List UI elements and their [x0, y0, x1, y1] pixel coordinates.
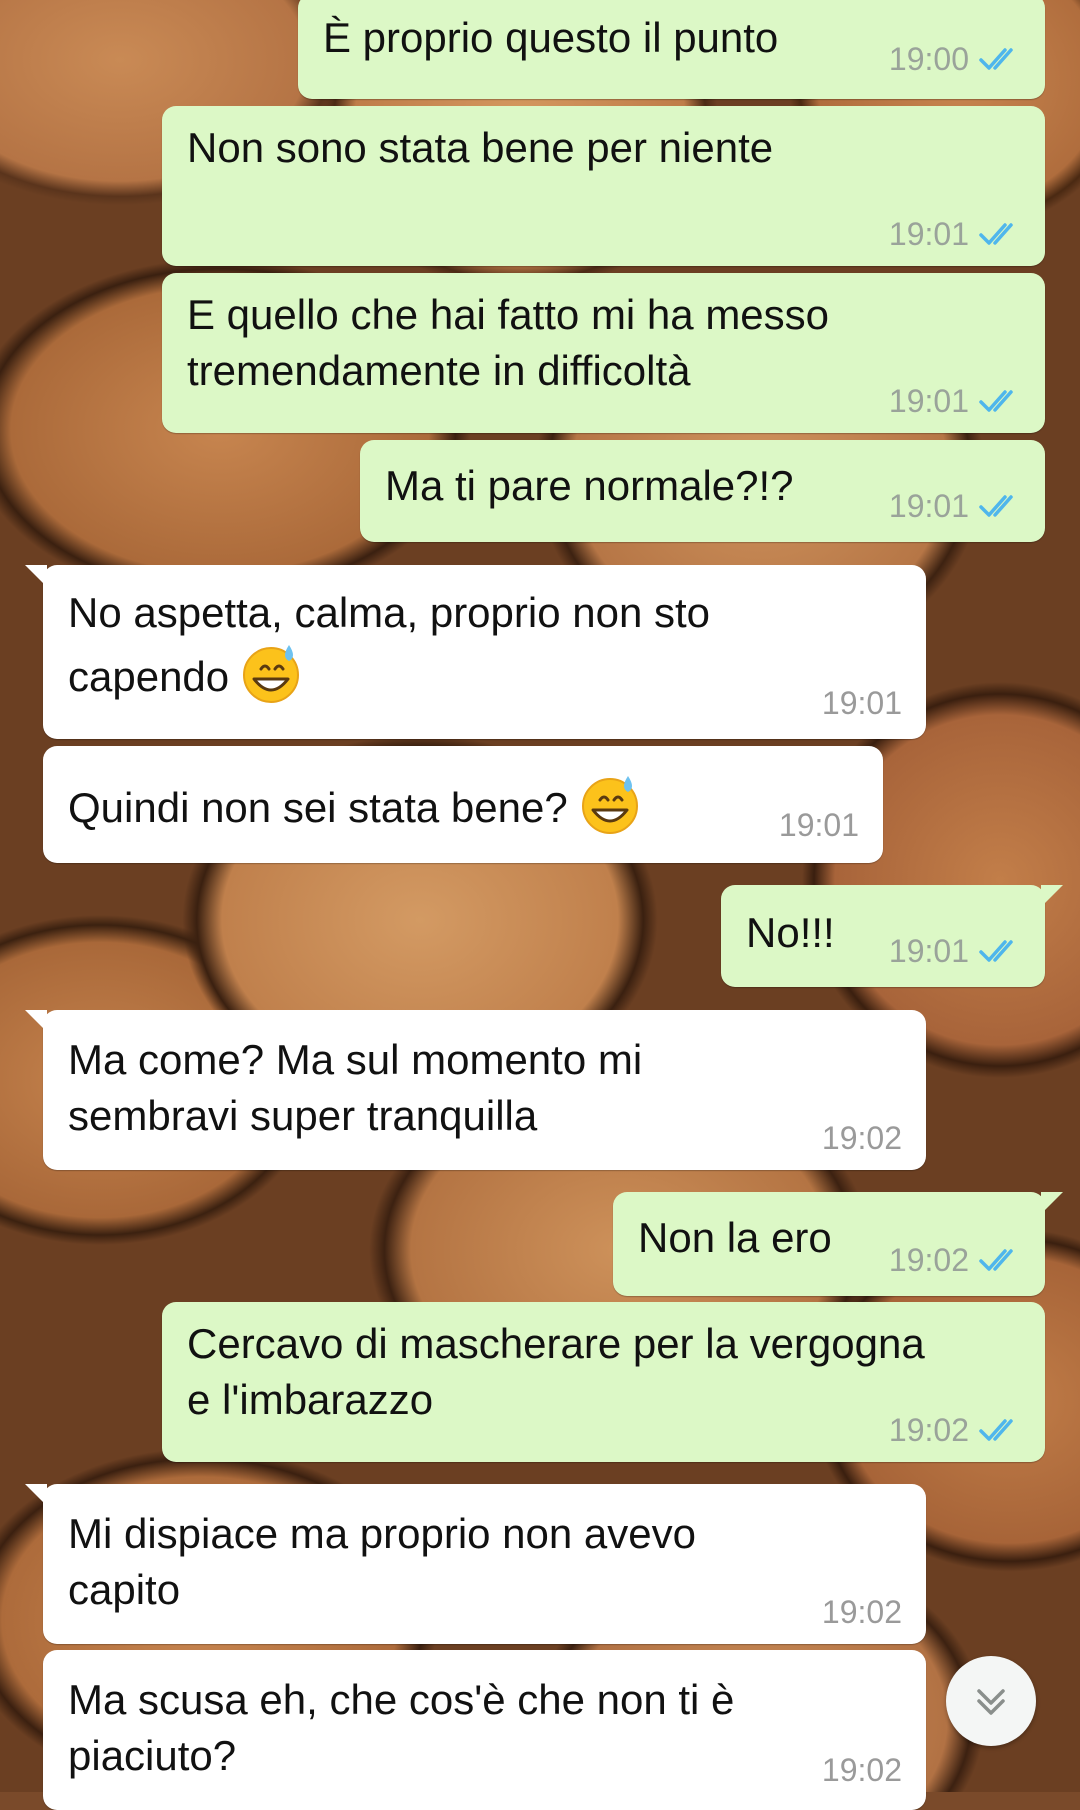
- message-text: Ma scusa eh, che cos'è che non ti è piac…: [68, 1676, 735, 1779]
- message-time: 19:02: [821, 1594, 902, 1630]
- grinning-sweat-emoji-icon: [581, 776, 638, 834]
- outgoing-message[interactable]: È proprio questo il punto 19:00: [298, 0, 1045, 99]
- incoming-message[interactable]: Mi dispiace ma proprio non avevo capito …: [25, 1484, 926, 1644]
- message-meta: 19:02: [822, 1120, 902, 1156]
- double-check-icon: [979, 48, 1013, 70]
- message-text: Cercavo di mascherare per la vergogna e …: [187, 1320, 925, 1423]
- message-text: È proprio questo il punto: [323, 14, 779, 61]
- message-text-content: Quindi non sei stata bene?: [68, 784, 568, 831]
- message-text: Non la ero: [638, 1214, 832, 1261]
- message-meta: 19:01: [779, 807, 859, 843]
- message-text: Ma come? Ma sul momento mi sembravi supe…: [68, 1036, 643, 1139]
- double-check-icon: [979, 495, 1013, 517]
- incoming-message[interactable]: Ma come? Ma sul momento mi sembravi supe…: [25, 1010, 926, 1170]
- outgoing-message[interactable]: E quello che hai fatto mi ha messo treme…: [162, 273, 1045, 433]
- double-check-icon: [979, 223, 1013, 245]
- message-text: Non sono stata bene per niente: [187, 124, 774, 171]
- scroll-to-bottom-button[interactable]: [946, 1656, 1036, 1746]
- message-time: 19:00: [888, 41, 969, 77]
- message-text-content: No aspetta, calma, proprio non sto capen…: [68, 589, 711, 700]
- message-time: 19:02: [821, 1752, 902, 1788]
- double-check-icon: [979, 390, 1013, 412]
- message-time: 19:01: [821, 685, 902, 721]
- outgoing-message[interactable]: Cercavo di mascherare per la vergogna e …: [162, 1302, 1045, 1462]
- message-meta: 19:02: [889, 1412, 1021, 1448]
- message-meta: 19:02: [889, 1242, 1021, 1278]
- message-text: No aspetta, calma, proprio non sto capen…: [68, 585, 710, 705]
- message-time: 19:02: [888, 1412, 969, 1448]
- outgoing-message[interactable]: No!!! 19:01: [721, 885, 1063, 987]
- message-time: 19:01: [888, 488, 969, 524]
- chevron-double-down-icon: [977, 1689, 1005, 1715]
- message-text: No!!!: [746, 909, 835, 956]
- message-meta: 19:01: [889, 488, 1021, 524]
- grinning-sweat-emoji-icon: [243, 645, 300, 703]
- incoming-message[interactable]: Ma scusa eh, che cos'è che non ti è piac…: [43, 1650, 926, 1810]
- double-check-icon: [979, 940, 1013, 962]
- message-text: E quello che hai fatto mi ha messo treme…: [187, 291, 830, 394]
- message-meta: 19:00: [889, 41, 1021, 77]
- message-text: Quindi non sei stata bene?: [68, 772, 642, 836]
- message-meta: 19:01: [889, 933, 1021, 969]
- message-time: 19:02: [888, 1242, 969, 1278]
- message-time: 19:02: [821, 1120, 902, 1156]
- message-time: 19:01: [888, 216, 969, 252]
- message-text: Ma ti pare normale?!?: [385, 462, 794, 509]
- message-time: 19:01: [778, 807, 859, 843]
- double-check-icon: [979, 1249, 1013, 1271]
- incoming-message[interactable]: Quindi non sei stata bene? 19:01: [43, 746, 883, 863]
- message-meta: 19:01: [889, 383, 1021, 419]
- message-meta: 19:02: [822, 1752, 902, 1788]
- outgoing-message[interactable]: Ma ti pare normale?!? 19:01: [360, 440, 1045, 542]
- outgoing-message[interactable]: Non la ero 19:02: [613, 1192, 1063, 1296]
- incoming-message[interactable]: No aspetta, calma, proprio non sto capen…: [25, 565, 926, 739]
- message-meta: 19:02: [822, 1594, 902, 1630]
- message-text: Mi dispiace ma proprio non avevo capito: [68, 1510, 696, 1613]
- double-check-icon: [979, 1419, 1013, 1441]
- outgoing-message[interactable]: Non sono stata bene per niente 19:01: [162, 106, 1045, 266]
- message-meta: 19:01: [889, 216, 1021, 252]
- message-time: 19:01: [888, 383, 969, 419]
- message-list[interactable]: È proprio questo il punto 19:00 Non sono…: [0, 0, 1080, 1810]
- message-time: 19:01: [888, 933, 969, 969]
- message-meta: 19:01: [822, 685, 902, 721]
